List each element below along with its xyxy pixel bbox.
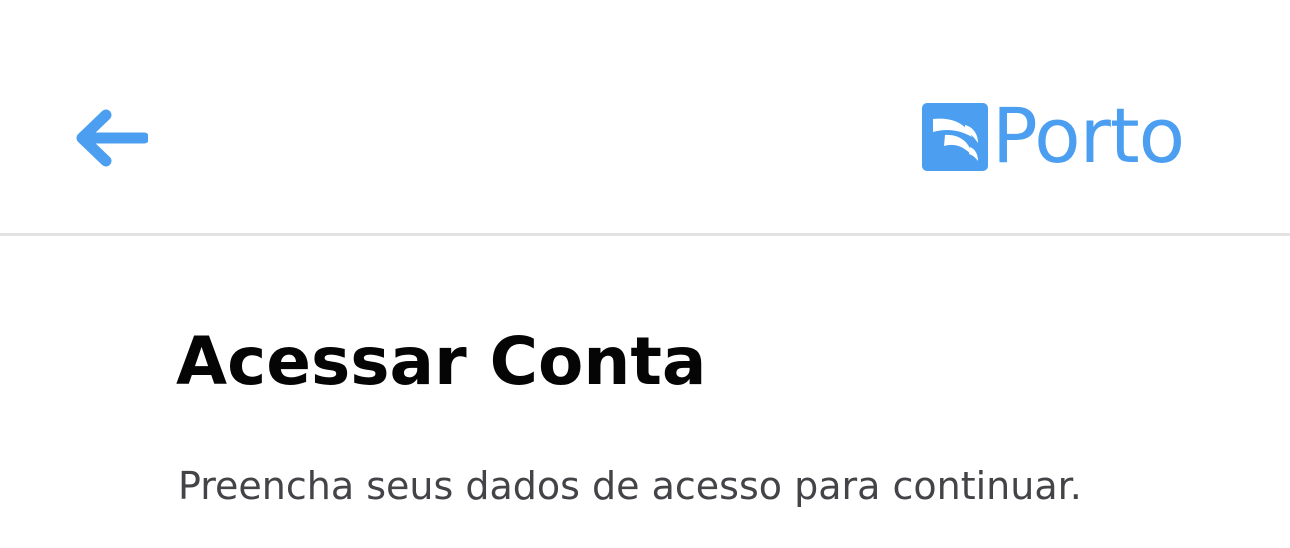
arrow-left-icon <box>76 109 148 167</box>
page-title: Acessar Conta <box>176 323 707 400</box>
app-header: Porto <box>0 0 1290 233</box>
page-subtitle: Preencha seus dados de acesso para conti… <box>178 464 1082 508</box>
brand-name: Porto <box>992 91 1185 180</box>
back-button[interactable] <box>62 96 160 180</box>
brand-logo: Porto <box>922 93 1222 179</box>
porto-sail-logo-icon <box>922 103 988 171</box>
header-divider <box>0 233 1290 236</box>
